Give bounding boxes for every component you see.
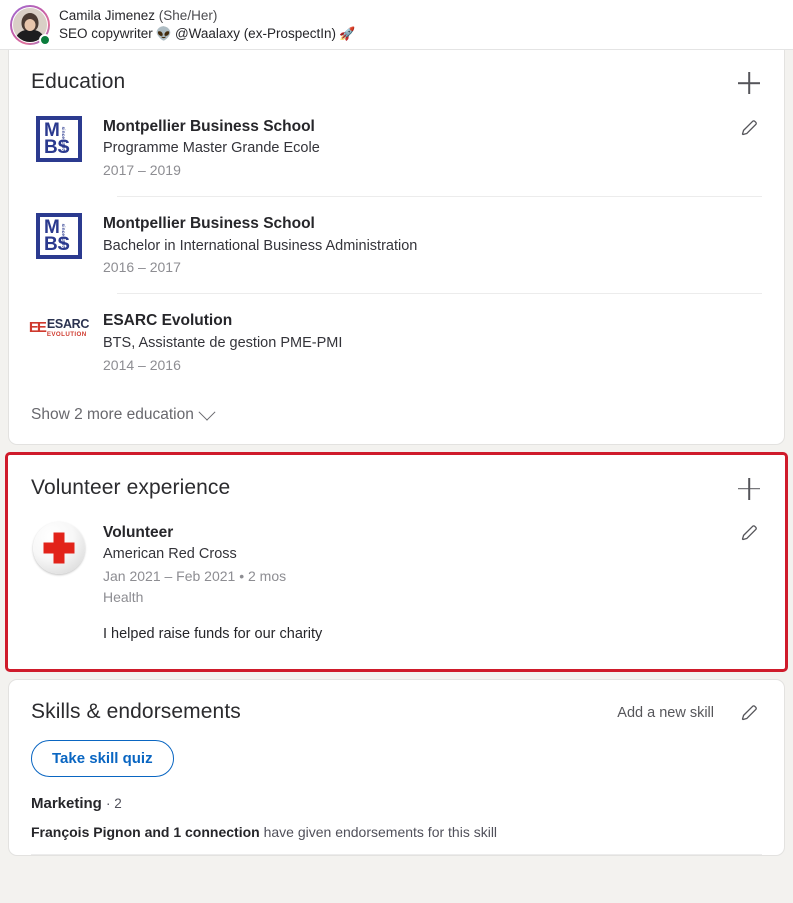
skill-endorsers: François Pignon and 1 connection have gi… [31,824,762,855]
school-name[interactable]: Montpellier Business School [103,213,762,235]
education-entry: EE ESARC EVOLUTION ESARC Evolution BTS, … [31,294,762,391]
mbs-logo-since: since 1897 [61,224,66,249]
esarc-logo-words: ESARC EVOLUTION [47,318,89,338]
education-title: Education [31,70,125,94]
volunteer-entries: Volunteer American Red Cross Jan 2021 – … [9,506,784,668]
avatar-face [25,19,36,31]
school-logo: M BS since 1897 [31,114,87,170]
esarc-logo-name: ESARC [47,318,89,331]
profile-name: Camila Jimenez [59,8,155,23]
show-more-education-button[interactable]: Show 2 more education [9,392,784,444]
school-name[interactable]: ESARC Evolution [103,310,762,332]
avatar[interactable] [10,5,50,45]
volunteer-header: Volunteer experience [9,456,784,506]
profile-identity-bar: Camila Jimenez (She/Her) SEO copywriter … [0,0,793,50]
education-dates: 2017 – 2019 [103,160,762,181]
skills-title: Skills & endorsements [31,700,241,724]
rocket-icon: 🚀 [339,25,355,42]
degree-name: Programme Master Grande Ecole [103,138,762,160]
endorser-names[interactable]: François Pignon and 1 connection [31,824,260,840]
education-entry-body: Montpellier Business School Bachelor in … [103,211,762,278]
education-entry-body: Montpellier Business School Programme Ma… [103,114,762,181]
plus-icon [738,72,760,94]
volunteer-experience-card: Volunteer experience Volunteer American … [8,455,785,669]
school-logo: M BS since 1897 [31,211,87,267]
profile-sections: Education M BS since 1897 Montpellie [0,50,793,856]
skill-name-row: Marketing · 2 [31,795,762,812]
mbs-logo: M BS since 1897 [36,116,82,162]
online-status-dot [39,34,51,46]
education-entries: M BS since 1897 Montpellier Business Sch… [9,100,784,392]
skill-item: Marketing · 2 François Pignon and 1 conn… [9,777,784,855]
show-more-education-label: Show 2 more education [31,406,194,424]
education-header: Education [9,50,784,100]
education-actions [736,70,762,96]
education-entry: M BS since 1897 Montpellier Business Sch… [31,100,762,197]
pencil-icon [739,702,760,723]
take-skill-quiz-button[interactable]: Take skill quiz [31,740,174,777]
edit-skills-button[interactable] [736,700,762,726]
degree-name: Bachelor in International Business Admin… [103,236,762,258]
volunteer-description: I helped raise funds for our charity [103,624,762,646]
education-entry-body: ESARC Evolution BTS, Assistante de gesti… [103,308,762,375]
education-dates: 2016 – 2017 [103,257,762,278]
headline-text-mid: @Waalaxy (ex-ProspectIn) [175,25,336,43]
profile-pronouns: (She/Her) [159,8,218,23]
degree-name: BTS, Assistante de gestion PME-PMI [103,333,762,355]
chevron-down-icon [198,403,215,420]
pencil-icon [739,117,760,138]
endorsement-text: have given endorsements for this skill [260,824,497,840]
plus-icon [738,478,760,500]
volunteer-title: Volunteer experience [31,476,230,500]
volunteer-cause: Health [103,587,762,608]
alien-icon: 👽 [156,25,172,42]
school-logo: EE ESARC EVOLUTION [31,308,87,364]
headline-text-start: SEO copywriter [59,25,153,43]
mbs-logo: M BS since 1897 [36,213,82,259]
education-entry: M BS since 1897 Montpellier Business Sch… [31,197,762,294]
esarc-logo: EE ESARC EVOLUTION [29,318,89,338]
profile-headline: SEO copywriter 👽 @Waalaxy (ex-ProspectIn… [59,25,355,43]
edit-volunteer-button[interactable] [736,520,762,546]
red-cross-logo [33,522,85,574]
profile-name-row: Camila Jimenez (She/Her) [59,7,355,25]
skill-name[interactable]: Marketing [31,795,102,812]
pencil-icon [739,522,760,543]
esarc-logo-mark: EE [29,322,45,334]
add-new-skill-link[interactable]: Add a new skill [617,705,714,721]
volunteer-role: Volunteer [103,522,762,544]
education-dates: 2014 – 2016 [103,355,762,376]
skills-endorsements-card: Skills & endorsements Add a new skill Ta… [8,679,785,856]
mbs-logo-since: since 1897 [61,127,66,152]
skills-header: Skills & endorsements Add a new skill [9,680,784,730]
volunteer-entry: Volunteer American Red Cross Jan 2021 – … [31,506,762,668]
skills-actions: Add a new skill [617,700,762,726]
skill-endorsement-count: · 2 [106,796,122,811]
volunteer-entry-body: Volunteer American Red Cross Jan 2021 – … [103,520,762,646]
school-name[interactable]: Montpellier Business School [103,116,762,138]
education-card: Education M BS since 1897 Montpellie [8,50,785,445]
organization-logo [31,520,87,576]
identity-text: Camila Jimenez (She/Her) SEO copywriter … [59,7,355,43]
volunteer-dates: Jan 2021 – Feb 2021 • 2 mos [103,566,762,587]
add-education-button[interactable] [736,70,762,96]
volunteer-organization[interactable]: American Red Cross [103,544,762,566]
esarc-logo-subtitle: EVOLUTION [47,332,89,338]
edit-education-button[interactable] [736,114,762,140]
volunteer-actions [736,476,762,502]
add-volunteer-button[interactable] [736,476,762,502]
